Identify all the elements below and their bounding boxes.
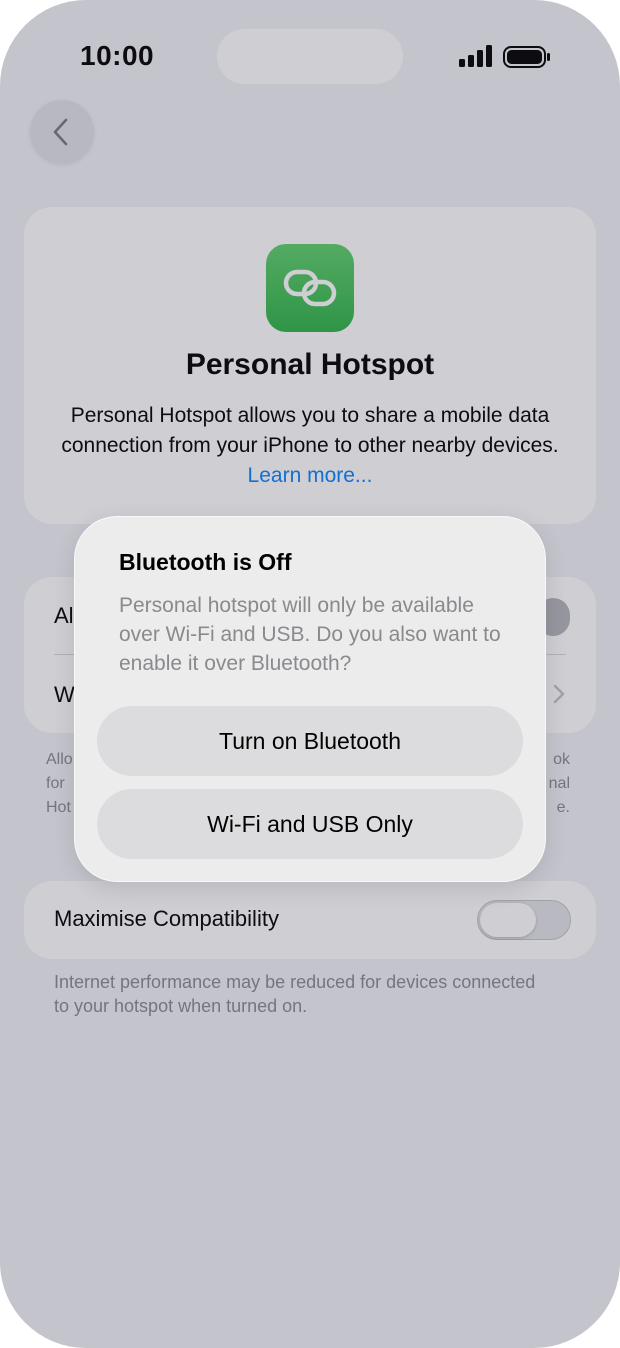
wifi-usb-only-button[interactable]: Wi-Fi and USB Only — [97, 789, 523, 859]
alert-message: Personal hotspot will only be available … — [119, 594, 501, 675]
phone-screen: 10:00 Personal Hotspot Personal Hotspot … — [0, 0, 620, 1348]
alert-title: Bluetooth is Off — [119, 549, 292, 575]
turn-on-bluetooth-button[interactable]: Turn on Bluetooth — [97, 706, 523, 776]
bluetooth-alert: Bluetooth is Off Personal hotspot will o… — [75, 517, 545, 881]
